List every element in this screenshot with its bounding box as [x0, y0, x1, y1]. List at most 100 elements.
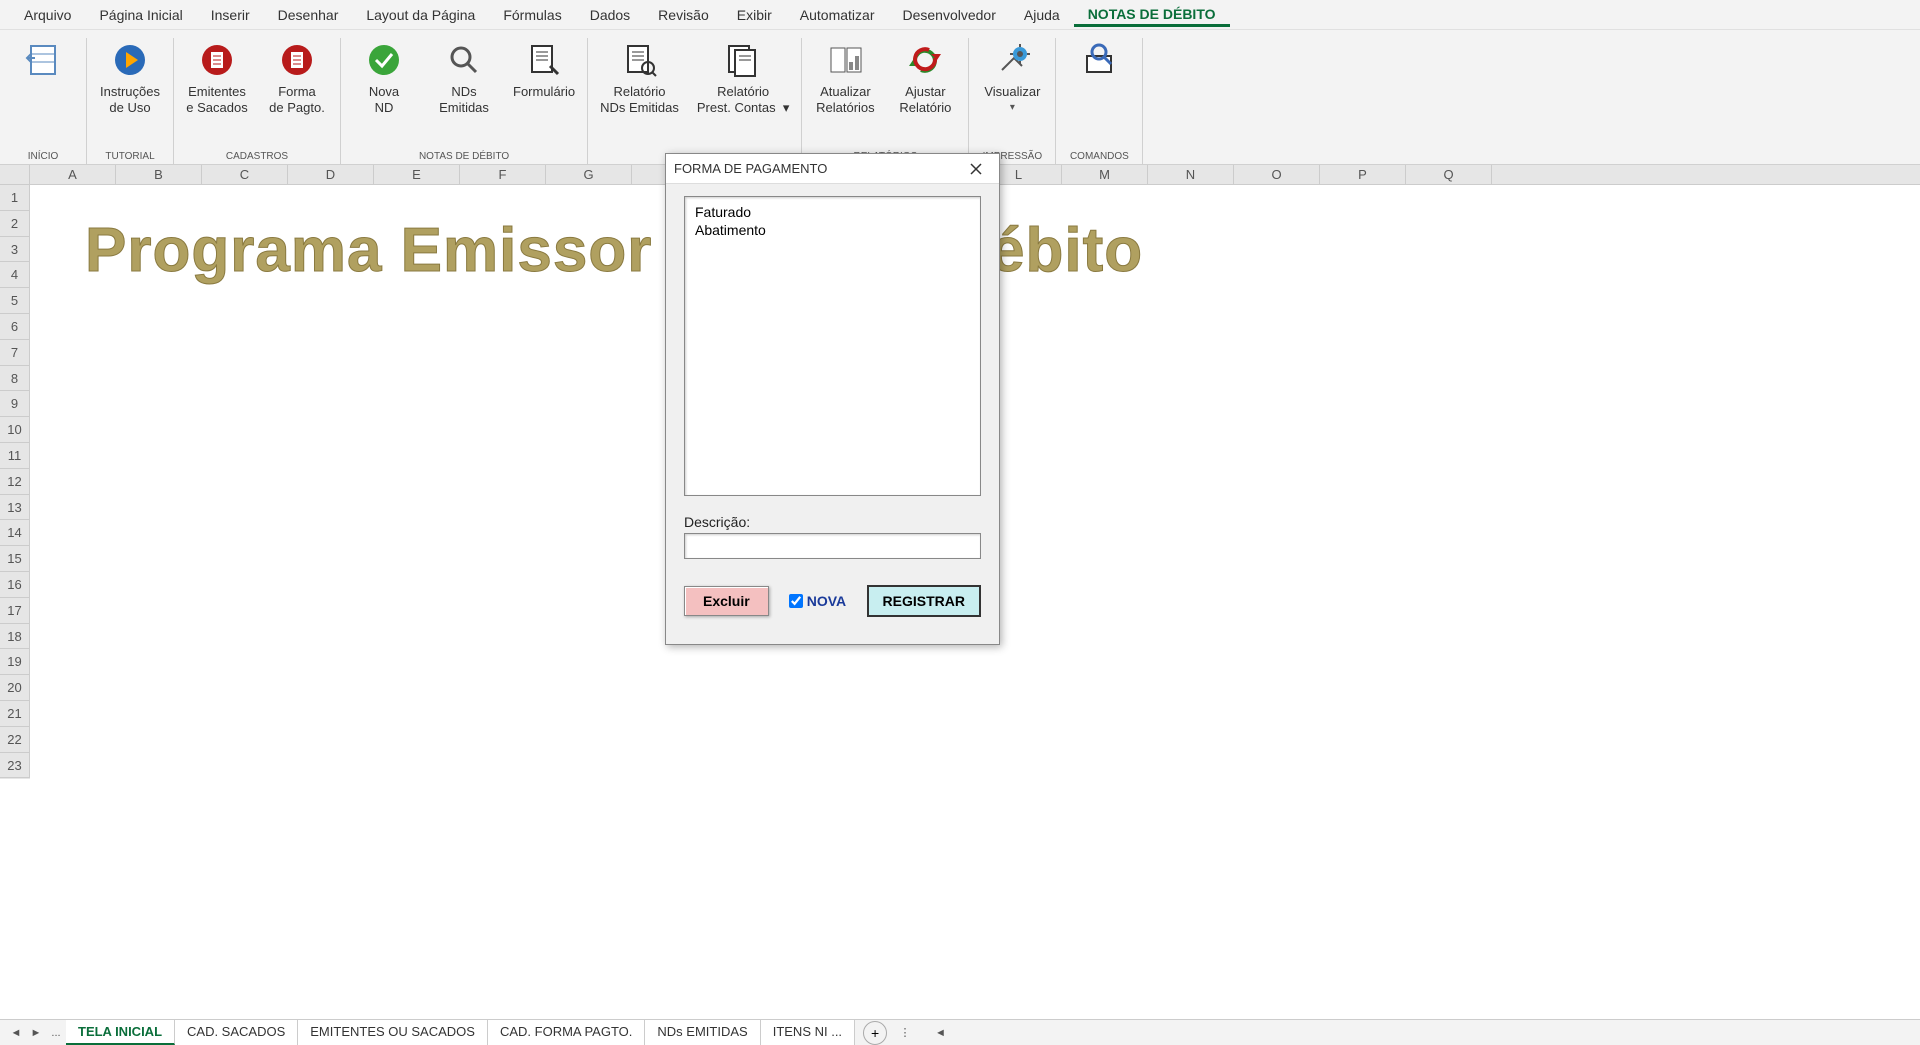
row-header[interactable]: 17: [0, 598, 30, 624]
ribbon-button[interactable]: [8, 38, 78, 138]
nova-checkbox[interactable]: NOVA: [789, 593, 846, 609]
sheet-tabs-ellipsis[interactable]: ...: [46, 1023, 66, 1043]
ribbon-icon: [23, 40, 63, 80]
column-header[interactable]: M: [1062, 165, 1148, 184]
descricao-label: Descrição:: [684, 514, 981, 530]
ribbon-button-label: Formulário: [513, 84, 575, 100]
sheet-tab[interactable]: NDs EMITIDAS: [645, 1020, 760, 1045]
ribbon-group-label: COMANDOS: [1056, 151, 1142, 162]
column-header[interactable]: F: [460, 165, 546, 184]
ribbon-button[interactable]: AtualizarRelatórios: [810, 38, 880, 138]
row-header[interactable]: 8: [0, 366, 30, 392]
row-header[interactable]: 14: [0, 520, 30, 546]
row-header[interactable]: 18: [0, 624, 30, 650]
row-header[interactable]: 1: [0, 185, 30, 211]
menu-item-desenhar[interactable]: Desenhar: [264, 3, 353, 27]
row-header[interactable]: 7: [0, 340, 30, 366]
column-header[interactable]: A: [30, 165, 116, 184]
ribbon-button[interactable]: Instruçõesde Uso: [95, 38, 165, 138]
ribbon-icon: [620, 40, 660, 80]
column-header[interactable]: B: [116, 165, 202, 184]
column-header[interactable]: N: [1148, 165, 1234, 184]
column-header[interactable]: C: [202, 165, 288, 184]
row-header[interactable]: 10: [0, 417, 30, 443]
menu-item-layout-da-p-gina[interactable]: Layout da Página: [352, 3, 489, 27]
menu-item-ajuda[interactable]: Ajuda: [1010, 3, 1074, 27]
ribbon-button[interactable]: Formade Pagto.: [262, 38, 332, 138]
row-header[interactable]: 20: [0, 675, 30, 701]
menu-item-f-rmulas[interactable]: Fórmulas: [489, 3, 575, 27]
ribbon-group: Instruçõesde UsoTUTORIAL: [87, 38, 174, 164]
ribbon-button[interactable]: NovaND: [349, 38, 419, 138]
ribbon-icon: [444, 40, 484, 80]
ribbon-icon: [905, 40, 945, 80]
horizontal-scroll-left-icon[interactable]: ◄: [935, 1027, 946, 1039]
menu-item-inserir[interactable]: Inserir: [197, 3, 264, 27]
row-header[interactable]: 19: [0, 649, 30, 675]
sheet-tab[interactable]: CAD. SACADOS: [175, 1020, 298, 1045]
ribbon-button[interactable]: NDsEmitidas: [429, 38, 499, 138]
column-header[interactable]: P: [1320, 165, 1406, 184]
row-header[interactable]: 13: [0, 495, 30, 521]
sheet-nav-prev-icon[interactable]: ◄: [6, 1023, 26, 1043]
payment-type-list[interactable]: FaturadoAbatimento: [684, 196, 981, 496]
chevron-down-icon[interactable]: ▾: [1010, 102, 1015, 113]
sheet-tab[interactable]: TELA INICIAL: [66, 1020, 175, 1045]
row-header[interactable]: 6: [0, 314, 30, 340]
column-header[interactable]: Q: [1406, 165, 1492, 184]
nova-checkbox-input[interactable]: [789, 594, 803, 608]
menu-item-arquivo[interactable]: Arquivo: [10, 3, 85, 27]
close-icon[interactable]: [961, 154, 991, 184]
ribbon-button[interactable]: RelatórioNDs Emitidas: [596, 38, 683, 138]
ribbon-icon: [1079, 40, 1119, 80]
descricao-input[interactable]: [684, 533, 981, 559]
add-sheet-button[interactable]: +: [863, 1021, 887, 1045]
menu-item-p-gina-inicial[interactable]: Página Inicial: [85, 3, 196, 27]
list-item[interactable]: Abatimento: [695, 221, 970, 239]
row-header[interactable]: 11: [0, 443, 30, 469]
select-all-corner[interactable]: [0, 165, 30, 184]
ribbon-button[interactable]: AjustarRelatório: [890, 38, 960, 138]
menu-item-exibir[interactable]: Exibir: [723, 3, 786, 27]
row-header[interactable]: 22: [0, 727, 30, 753]
menu-item-notas-de-d-bito[interactable]: NOTAS DE DÉBITO: [1074, 2, 1230, 27]
excluir-button[interactable]: Excluir: [684, 586, 769, 616]
row-header[interactable]: 12: [0, 469, 30, 495]
ribbon-button[interactable]: RelatórioPrest. Contas ▾: [693, 38, 794, 138]
ribbon-icon: [723, 40, 763, 80]
ribbon-group: Visualizar▾IMPRESSÃO: [969, 38, 1056, 164]
sheet-tab[interactable]: CAD. FORMA PAGTO.: [488, 1020, 645, 1045]
list-item[interactable]: Faturado: [695, 203, 970, 221]
menu-item-dados[interactable]: Dados: [576, 3, 644, 27]
ribbon-button[interactable]: [1064, 38, 1134, 138]
sheet-tab[interactable]: ITENS NI ...: [761, 1020, 855, 1045]
menu-item-desenvolvedor[interactable]: Desenvolvedor: [888, 3, 1009, 27]
row-header[interactable]: 21: [0, 701, 30, 727]
dialog-titlebar[interactable]: FORMA DE PAGAMENTO: [666, 154, 999, 184]
sheet-tab[interactable]: EMITENTES OU SACADOS: [298, 1020, 488, 1045]
row-header[interactable]: 23: [0, 753, 30, 779]
sheet-options-icon[interactable]: ⋮: [895, 1023, 915, 1043]
row-header[interactable]: 3: [0, 237, 30, 263]
row-header[interactable]: 9: [0, 391, 30, 417]
forma-pagamento-dialog: FORMA DE PAGAMENTO FaturadoAbatimento De…: [665, 153, 1000, 645]
registrar-button[interactable]: REGISTRAR: [867, 585, 981, 617]
ribbon-button[interactable]: Visualizar▾: [977, 38, 1047, 138]
ribbon-button-label: Emitentese Sacados: [186, 84, 247, 116]
column-header[interactable]: D: [288, 165, 374, 184]
row-header[interactable]: 15: [0, 546, 30, 572]
ribbon-button[interactable]: Formulário: [509, 38, 579, 138]
column-header[interactable]: O: [1234, 165, 1320, 184]
ribbon-button[interactable]: Emitentese Sacados: [182, 38, 252, 138]
column-header[interactable]: G: [546, 165, 632, 184]
ribbon-group: COMANDOS: [1056, 38, 1143, 164]
row-header[interactable]: 4: [0, 262, 30, 288]
row-header[interactable]: 5: [0, 288, 30, 314]
row-header[interactable]: 2: [0, 211, 30, 237]
column-header[interactable]: E: [374, 165, 460, 184]
menu-item-revis-o[interactable]: Revisão: [644, 3, 723, 27]
menu-item-automatizar[interactable]: Automatizar: [786, 3, 889, 27]
row-header[interactable]: 16: [0, 572, 30, 598]
ribbon-button-label: RelatórioNDs Emitidas: [600, 84, 679, 116]
sheet-nav-next-icon[interactable]: ►: [26, 1023, 46, 1043]
